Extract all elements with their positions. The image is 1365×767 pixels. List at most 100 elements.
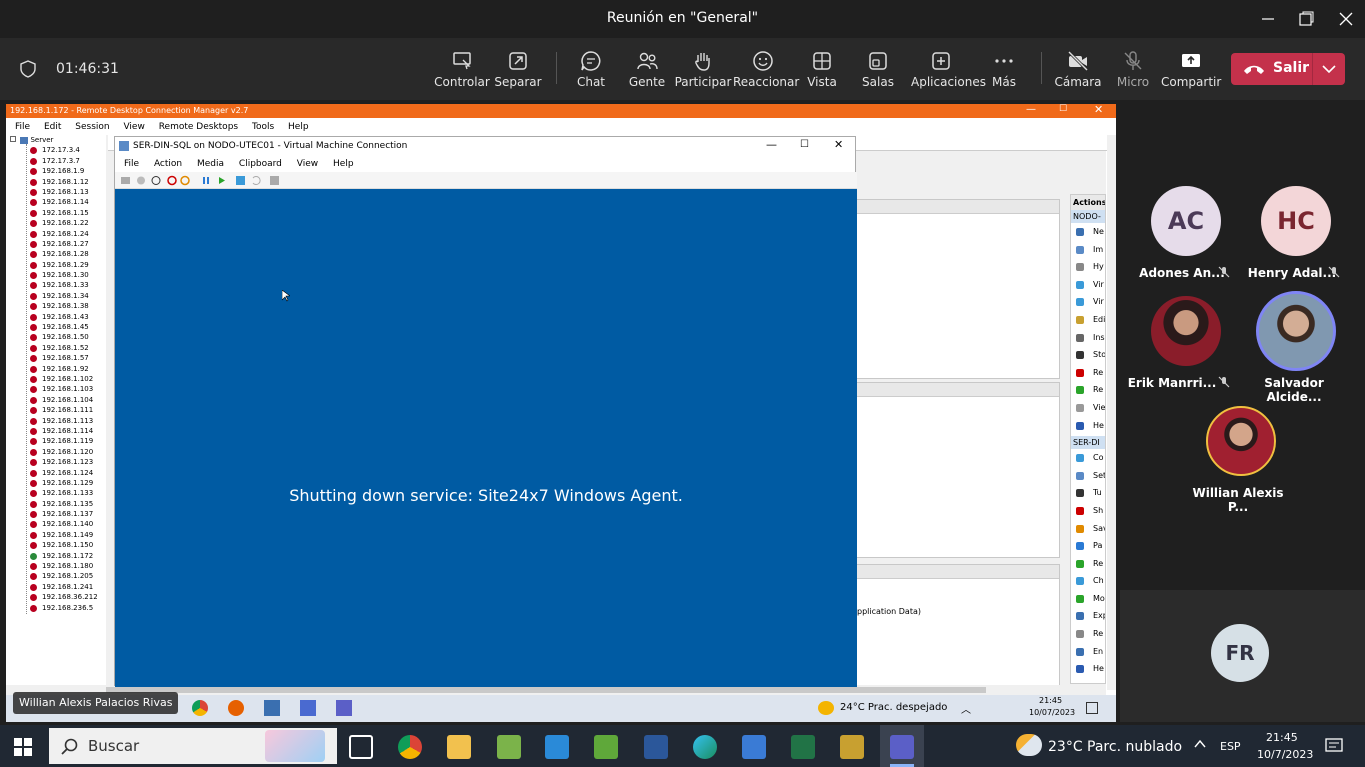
rooms-button[interactable]: Salas [848,46,908,96]
close-button[interactable] [1336,10,1356,28]
task-view-icon[interactable] [349,735,373,759]
server-item[interactable]: 192.168.1.149 [6,530,106,540]
server-item[interactable]: 192.168.1.119 [6,436,106,446]
server-item[interactable]: 192.168.1.45 [6,322,106,332]
vm-action-item[interactable]: En [1071,643,1105,661]
minimize-button[interactable] [1258,10,1278,28]
server-item[interactable]: 192.168.1.103 [6,384,106,394]
server-item[interactable]: 192.168.1.14 [6,197,106,207]
server-item[interactable]: 192.168.1.28 [6,249,106,259]
action-item[interactable]: He [1071,417,1105,435]
server-item[interactable]: 192.168.1.140 [6,519,106,529]
leave-button[interactable]: Salir [1231,53,1345,85]
rdcm-menu-session[interactable]: Session [75,122,109,132]
action-item[interactable]: Re [1071,381,1105,399]
notepad-icon[interactable] [594,735,618,759]
server-item[interactable]: 192.168.1.133 [6,488,106,498]
server-item[interactable]: 192.168.1.114 [6,426,106,436]
control-button[interactable]: Controlar [432,46,492,96]
server-item[interactable]: 192.168.1.111 [6,405,106,415]
photos-icon[interactable] [742,735,766,759]
vm-action-item[interactable]: Co [1071,449,1105,467]
rdcm-maximize-button[interactable]: ☐ [1059,104,1067,114]
vm-action-item[interactable]: Pa [1071,537,1105,555]
raise-hand-button[interactable]: Participar [673,46,733,96]
vm-menu-help[interactable]: Help [333,159,354,169]
chrome-icon[interactable] [192,700,208,716]
vm-action-item[interactable]: Sh [1071,502,1105,520]
rdcm-close-button[interactable]: ✕ [1094,104,1103,116]
participant-avatar[interactable]: AC [1151,186,1221,256]
server-item[interactable]: 192.168.1.129 [6,478,106,488]
notification-center-icon[interactable] [1325,738,1343,754]
server-item[interactable]: 192.168.1.124 [6,468,106,478]
participant-avatar-photo[interactable] [1151,296,1221,366]
rdcm-menu-tools[interactable]: Tools [252,122,274,132]
action-item[interactable]: Hy [1071,258,1105,276]
rdcm-menu-file[interactable]: File [15,122,30,132]
server-item[interactable]: 192.168.236.5 [6,603,106,613]
server-item[interactable]: 192.168.1.33 [6,280,106,290]
server-item[interactable]: 192.168.1.150 [6,540,106,550]
server-item[interactable]: 192.168.1.52 [6,343,106,353]
server-item[interactable]: 192.168.1.123 [6,457,106,467]
teams-taskbar-icon[interactable] [336,700,352,716]
action-item[interactable]: Ne [1071,223,1105,241]
word-icon[interactable] [644,735,668,759]
vm-action-item[interactable]: Tu [1071,484,1105,502]
rdcm-menu-edit[interactable]: Edit [44,122,61,132]
server-item[interactable]: 192.168.1.172 [6,551,106,561]
server-item[interactable]: 192.168.1.92 [6,364,106,374]
vm-screen[interactable]: Shutting down service: Site24x7 Windows … [115,189,857,687]
chat-button[interactable]: Chat [561,46,621,96]
participant-avatar[interactable]: HC [1261,186,1331,256]
excel-icon[interactable] [791,735,815,759]
server-item[interactable]: 192.168.1.137 [6,509,106,519]
participant-avatar-photo[interactable] [1206,406,1276,476]
vm-menu-view[interactable]: View [297,159,318,169]
vm-maximize-button[interactable]: ☐ [800,139,809,150]
rdcm-minimize-button[interactable]: — [1026,104,1036,115]
server-item[interactable]: 192.168.1.29 [6,260,106,270]
rdcm-menu-help[interactable]: Help [288,122,309,132]
action-item[interactable]: Re [1071,364,1105,382]
server-item[interactable]: 192.168.1.27 [6,239,106,249]
maximize-button[interactable] [1296,10,1316,28]
apps-button[interactable]: Aplicaciones [911,46,986,96]
language-indicator[interactable]: ESP [1220,740,1241,753]
vm-action-item[interactable]: Re [1071,555,1105,573]
chevron-up-icon[interactable] [1193,738,1207,750]
teams-taskbar-button[interactable] [880,725,924,767]
vm-minimize-button[interactable]: — [766,138,777,151]
action-item[interactable]: Im [1071,241,1105,259]
vm-action-item[interactable]: Set [1071,467,1105,485]
action-item[interactable]: Ins [1071,329,1105,347]
vm-menu-clipboard[interactable]: Clipboard [239,159,282,169]
server-item[interactable]: 192.168.1.120 [6,447,106,457]
participant-tile[interactable]: FR [1120,590,1365,722]
participant-avatar-photo-speaking[interactable] [1256,291,1336,371]
server-item[interactable]: 192.168.1.34 [6,291,106,301]
vm-menu-file[interactable]: File [124,159,139,169]
snipping-tool-icon[interactable] [497,735,521,759]
server-item[interactable]: 192.168.1.30 [6,270,106,280]
server-item[interactable]: 192.168.1.205 [6,571,106,581]
vm-action-item[interactable]: Exp [1071,607,1105,625]
vm-menu-action[interactable]: Action [154,159,182,169]
edge-icon[interactable] [693,735,717,759]
chrome-icon[interactable] [398,735,422,759]
view-button[interactable]: Vista [792,46,852,96]
clock-date[interactable]: 10/7/2023 [1257,748,1313,761]
file-explorer-icon[interactable] [447,735,471,759]
server-item[interactable]: 192.168.1.241 [6,582,106,592]
action-item[interactable]: Vir [1071,293,1105,311]
vm-action-item[interactable]: Re [1071,625,1105,643]
rdcm-taskbar-icon[interactable] [264,700,280,716]
vm-action-item[interactable]: Ch [1071,572,1105,590]
server-item[interactable]: 192.168.1.102 [6,374,106,384]
server-item[interactable]: 192.168.1.22 [6,218,106,228]
vscode-icon[interactable] [545,735,569,759]
vm-menu-media[interactable]: Media [197,159,224,169]
action-item[interactable]: Edi [1071,311,1105,329]
vm-action-item[interactable]: Sav [1071,520,1105,538]
